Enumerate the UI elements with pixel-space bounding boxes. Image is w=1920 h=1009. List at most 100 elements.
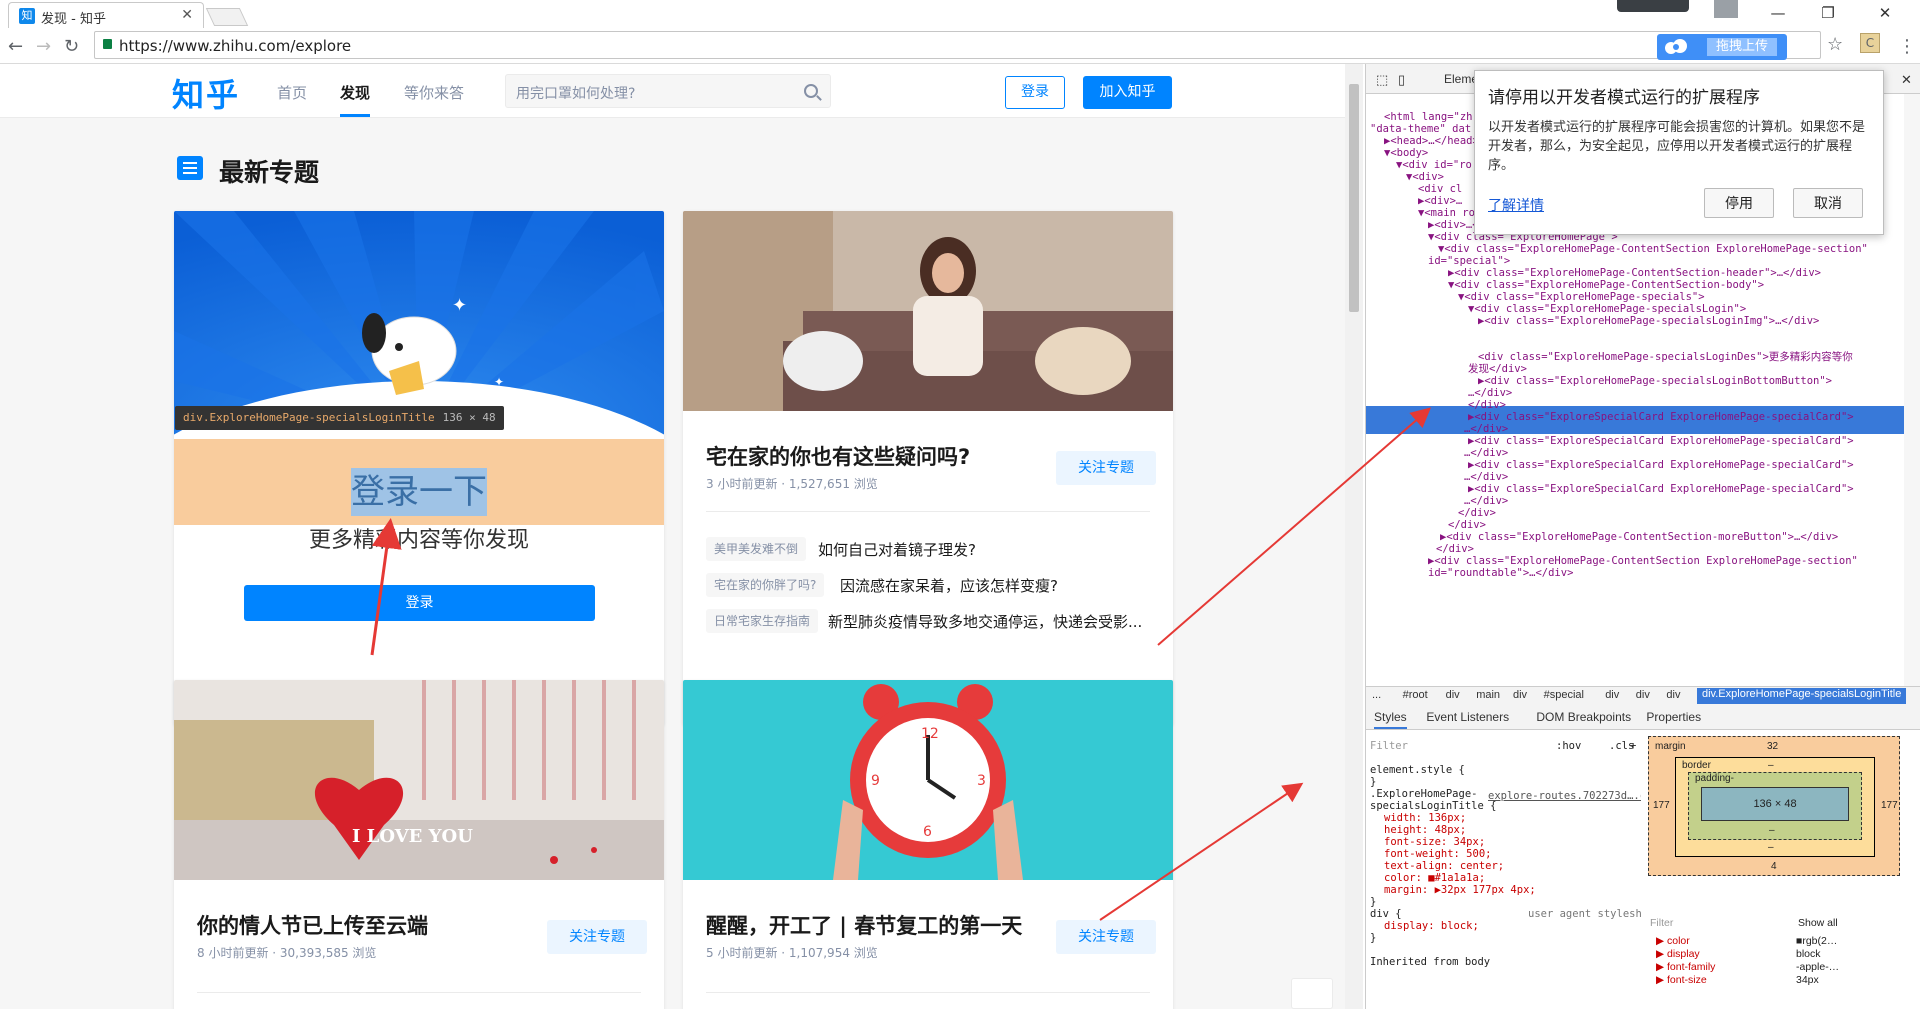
add-rule-icon[interactable]: + <box>1630 740 1636 752</box>
join-zhihu-button[interactable]: 加入知乎 <box>1083 76 1172 109</box>
style-property[interactable]: display: block; <box>1384 920 1479 932</box>
new-tab-button[interactable] <box>205 8 249 26</box>
page-scrollbar[interactable] <box>1345 64 1363 1009</box>
breadcrumb-item[interactable]: div <box>1666 689 1680 701</box>
style-property[interactable]: height: 48px; <box>1384 824 1466 836</box>
back-icon[interactable]: ← <box>8 36 23 57</box>
nav-waiting-answers[interactable]: 等你来答 <box>404 82 464 103</box>
computed-property-name[interactable]: ▶ font-size <box>1656 974 1707 986</box>
breadcrumb-item[interactable]: ... <box>1372 689 1381 701</box>
padding-bottom-value: – <box>1769 825 1775 836</box>
style-property[interactable]: font-size: 34px; <box>1384 836 1485 848</box>
subtab-dom-breakpoints[interactable]: DOM Breakpoints <box>1536 710 1631 724</box>
style-source-link[interactable]: explore-routes.702273d….css:1 <box>1488 790 1641 802</box>
close-window-icon[interactable]: ✕ <box>1875 4 1895 22</box>
styles-filter-input[interactable]: Filter <box>1370 740 1408 752</box>
extension-indicator <box>1617 0 1689 12</box>
browser-toolbar: ← → ↻ https://www.zhihu.com/explore 拖拽上传… <box>0 28 1920 64</box>
question-text[interactable]: 因流感在家呆着，应该怎样变瘦? <box>840 575 1058 596</box>
tab-elements[interactable]: Eleme <box>1444 72 1478 86</box>
dom-scrollbar[interactable] <box>1904 94 1920 704</box>
profile-icon[interactable] <box>1714 0 1738 18</box>
dom-node-line[interactable]: ▶<div class="ExploreSpecialCard ExploreH… <box>1468 458 1854 472</box>
login-button[interactable]: 登录 <box>1005 76 1065 109</box>
question-text[interactable]: 如何自己对着镜子理发? <box>818 539 976 560</box>
hov-toggle[interactable]: :hov <box>1556 740 1581 752</box>
forward-icon[interactable]: → <box>36 36 51 57</box>
card-meta: 8 小时前更新 · 30,393,585 浏览 <box>197 946 377 960</box>
divider <box>706 511 1150 512</box>
browser-tab[interactable]: 知 发现 - 知乎 ✕ <box>8 2 204 28</box>
device-toolbar-icon[interactable]: ▯ <box>1398 72 1405 88</box>
computed-property-name[interactable]: ▶ font-family <box>1656 961 1715 973</box>
url-text: https://www.zhihu.com/explore <box>119 37 352 55</box>
style-property[interactable]: width: 136px; <box>1384 812 1466 824</box>
bookmark-star-icon[interactable]: ☆ <box>1827 34 1843 55</box>
special-card-3[interactable]: 12 3 6 9 醒醒，开工了 | 春节复工的第一天 5 小时前更新 · 1,1… <box>683 680 1173 1009</box>
computed-property-name[interactable]: ▶ color <box>1656 935 1690 947</box>
address-bar[interactable]: https://www.zhihu.com/explore <box>94 31 1821 59</box>
card-title[interactable]: 你的情人节已上传至云端 <box>197 910 428 940</box>
search-icon[interactable] <box>804 84 818 98</box>
zhihu-logo[interactable]: 知乎 <box>172 70 240 116</box>
breadcrumb-item[interactable]: div <box>1513 689 1527 701</box>
follow-topic-button[interactable]: 关注专题 <box>1056 920 1156 954</box>
question-tag[interactable]: 美甲美发难不倒 <box>706 537 807 561</box>
subtab-event-listeners[interactable]: Event Listeners <box>1426 710 1509 724</box>
breadcrumb-item[interactable]: main <box>1476 689 1500 701</box>
style-property[interactable]: margin: ▶32px 177px 4px; <box>1384 884 1536 896</box>
subtab-properties[interactable]: Properties <box>1646 710 1701 724</box>
card-title[interactable]: 醒醒，开工了 | 春节复工的第一天 <box>706 910 1022 940</box>
nav-explore[interactable]: 发现 <box>340 82 370 103</box>
extension-c-icon[interactable]: C <box>1860 33 1880 53</box>
close-devtools-icon[interactable]: ✕ <box>1901 72 1912 88</box>
breadcrumb-item[interactable]: div.ExploreHomePage-specialsLoginTitle <box>1697 688 1907 704</box>
style-property[interactable]: text-align: center; <box>1384 860 1504 872</box>
card-title[interactable]: 宅在家的你也有这些疑问吗? <box>706 441 970 471</box>
breadcrumb-item[interactable]: div <box>1605 689 1619 701</box>
breadcrumb-item[interactable]: #root <box>1403 689 1428 701</box>
dom-node-line[interactable]: ▶<div class="ExploreHomePage-specialsLog… <box>1478 374 1832 388</box>
style-selector: element.style { <box>1370 764 1465 776</box>
search-input[interactable]: 用完口罩如何处理? <box>505 74 831 108</box>
question-text[interactable]: 新型肺炎疫情导致多地交通停运，快递会受影... <box>828 611 1142 632</box>
style-property[interactable]: color: ■#1a1a1a; <box>1384 872 1485 884</box>
subtab-styles[interactable]: Styles <box>1374 710 1407 729</box>
breadcrumb-item[interactable]: div <box>1446 689 1460 701</box>
show-all-checkbox[interactable]: Show all <box>1798 917 1838 929</box>
dom-node-line[interactable]: ▶<div class="ExploreSpecialCard ExploreH… <box>1468 482 1854 496</box>
special-card-2[interactable]: I LOVE YOU 你的情人节已上传至云端 8 小时前更新 · 30,393,… <box>174 680 664 1009</box>
baidu-upload-extension[interactable]: 拖拽上传 <box>1657 34 1787 60</box>
box-model-diagram: margin 32 177 177 4 border – – padding- … <box>1648 736 1913 906</box>
dom-node-line[interactable]: <div class="ExploreHomePage-specialsLogi… <box>1478 350 1853 364</box>
reload-icon[interactable]: ↻ <box>64 36 79 57</box>
cancel-button[interactable]: 取消 <box>1793 188 1863 218</box>
learn-more-link[interactable]: 了解详情 <box>1488 195 1544 215</box>
dom-node-line[interactable]: ▶<div class="ExploreSpecialCard ExploreH… <box>1468 434 1854 448</box>
style-property[interactable]: font-weight: 500; <box>1384 848 1491 860</box>
dom-node-line[interactable]: ▶<div class="ExploreSpecialCard ExploreH… <box>1468 410 1854 424</box>
restore-icon[interactable]: ❐ <box>1818 4 1838 22</box>
breadcrumb-item[interactable]: #special <box>1544 689 1584 701</box>
question-tag[interactable]: 宅在家的你胖了吗? <box>706 573 825 597</box>
computed-property-name[interactable]: ▶ display <box>1656 948 1700 960</box>
computed-filter-input[interactable]: Filter <box>1650 917 1673 929</box>
question-tag[interactable]: 日常宅家生存指南 <box>706 609 819 633</box>
menu-dots-icon[interactable]: ⋮ <box>1898 36 1916 57</box>
special-card-1[interactable]: 宅在家的你也有这些疑问吗? 3 小时前更新 · 1,527,651 浏览 关注专… <box>683 211 1173 725</box>
disable-button[interactable]: 停用 <box>1704 188 1774 218</box>
minimize-icon[interactable]: — <box>1768 4 1788 22</box>
dom-node-line[interactable]: ▶<div class="ExploreHomePage-ContentSect… <box>1440 530 1838 544</box>
login-card-button[interactable]: 登录 <box>244 585 595 621</box>
breadcrumb-item[interactable]: div <box>1636 689 1650 701</box>
scrollbar-thumb[interactable] <box>1349 84 1359 312</box>
follow-topic-button[interactable]: 关注专题 <box>547 920 647 954</box>
dom-node-line[interactable]: id="roundtable">…</div> <box>1428 566 1573 580</box>
close-tab-icon[interactable]: ✕ <box>181 7 193 23</box>
back-to-top-button[interactable] <box>1291 978 1333 1009</box>
inspect-element-icon[interactable]: ⬚ <box>1376 72 1388 88</box>
follow-topic-button[interactable]: 关注专题 <box>1056 451 1156 485</box>
nav-active-indicator <box>340 114 370 117</box>
nav-home[interactable]: 首页 <box>277 82 307 103</box>
border-value: – <box>1768 760 1774 771</box>
